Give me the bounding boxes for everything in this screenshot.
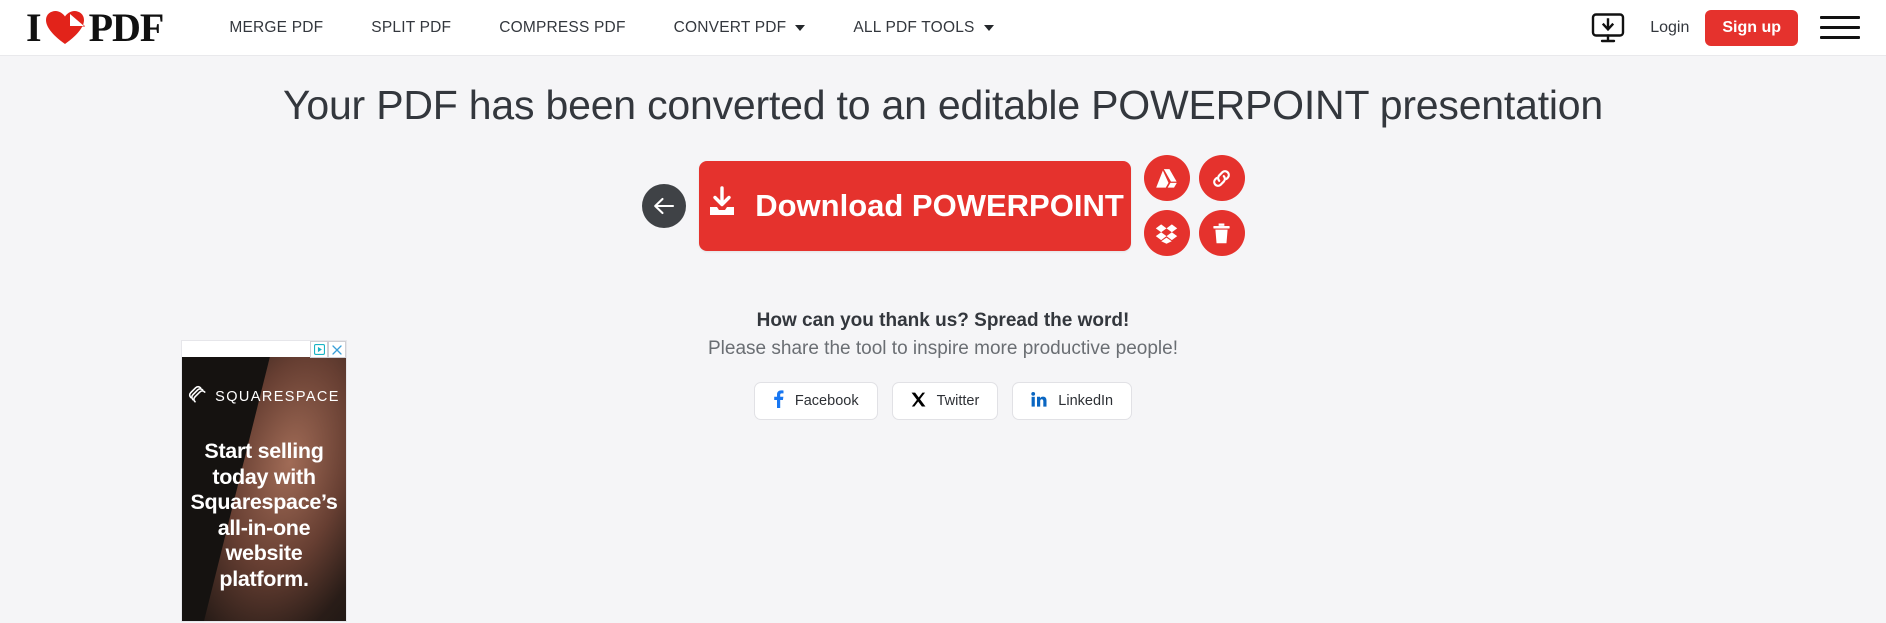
signup-button[interactable]: Sign up [1705, 9, 1798, 46]
dropbox-icon[interactable] [1143, 210, 1190, 256]
ad-badges [310, 341, 346, 358]
main-nav: MERGE PDF SPLIT PDF COMPRESS PDF CONVERT… [205, 0, 1017, 55]
squarespace-logo-icon [188, 385, 207, 409]
nav-label: MERGE PDF [229, 18, 324, 36]
ad-creative[interactable]: SQUARESPACE Start selling today with Squ… [182, 357, 346, 621]
nav-item-merge-pdf[interactable]: MERGE PDF [205, 0, 347, 55]
login-link[interactable]: Login [1650, 19, 1689, 37]
hamburger-bar [1820, 36, 1860, 39]
share-button-label: LinkedIn [1058, 393, 1114, 409]
nav-item-all-pdf-tools[interactable]: ALL PDF TOOLS [829, 0, 1017, 55]
ad-brand: SQUARESPACE [182, 385, 346, 409]
nav-label: SPLIT PDF [371, 18, 452, 36]
back-button[interactable] [641, 183, 686, 228]
share-linkedin-button[interactable]: LinkedIn [1012, 382, 1133, 420]
adchoices-icon[interactable] [310, 341, 328, 358]
file-action-icons [1143, 155, 1245, 256]
download-icon [705, 185, 739, 227]
share-twitter-button[interactable]: Twitter [891, 382, 999, 420]
site-logo[interactable]: I PDF [26, 4, 165, 50]
site-header: I PDF MERGE PDF SPLIT PDF COMPRESS PDF C… [0, 0, 1886, 56]
download-action-row: Download POWERPOINT [0, 155, 1886, 256]
share-button-label: Twitter [936, 393, 980, 409]
link-icon[interactable] [1198, 155, 1245, 201]
ad-brand-name: SQUARESPACE [215, 389, 340, 405]
main-content: Your PDF has been converted to an editab… [0, 56, 1886, 622]
logo-letter-i: I [26, 4, 42, 50]
google-drive-icon[interactable] [1143, 155, 1190, 201]
download-button-label: Download POWERPOINT [755, 187, 1124, 223]
twitter-x-icon [911, 392, 926, 411]
desktop-download-icon[interactable] [1588, 11, 1628, 45]
nav-label: COMPRESS PDF [499, 18, 626, 36]
advertisement[interactable]: SQUARESPACE Start selling today with Squ… [181, 340, 347, 622]
heart-icon [45, 10, 85, 46]
linkedin-icon [1031, 391, 1047, 411]
nav-item-split-pdf[interactable]: SPLIT PDF [347, 0, 475, 55]
nav-item-compress-pdf[interactable]: COMPRESS PDF [475, 0, 649, 55]
trash-icon[interactable] [1198, 210, 1245, 256]
close-icon[interactable] [328, 341, 346, 358]
logo-text-pdf: PDF [88, 4, 165, 50]
hamburger-bar [1820, 26, 1860, 29]
nav-label: ALL PDF TOOLS [853, 18, 975, 36]
nav-item-convert-pdf[interactable]: CONVERT PDF [650, 0, 830, 55]
share-title: How can you thank us? Spread the word! [756, 310, 1130, 331]
chevron-down-icon [983, 24, 994, 31]
header-actions: Login Sign up [1588, 9, 1862, 46]
download-powerpoint-button[interactable]: Download POWERPOINT [698, 160, 1131, 251]
share-facebook-button[interactable]: Facebook [753, 382, 878, 420]
ad-headline: Start selling today with Squarespace’s a… [190, 439, 338, 591]
hamburger-menu-icon[interactable] [1820, 13, 1862, 43]
hamburger-bar [1820, 16, 1860, 19]
page-title: Your PDF has been converted to an editab… [282, 82, 1604, 128]
share-button-label: Facebook [794, 393, 859, 409]
facebook-icon [773, 390, 784, 412]
nav-label: CONVERT PDF [673, 18, 787, 36]
chevron-down-icon [795, 24, 806, 31]
